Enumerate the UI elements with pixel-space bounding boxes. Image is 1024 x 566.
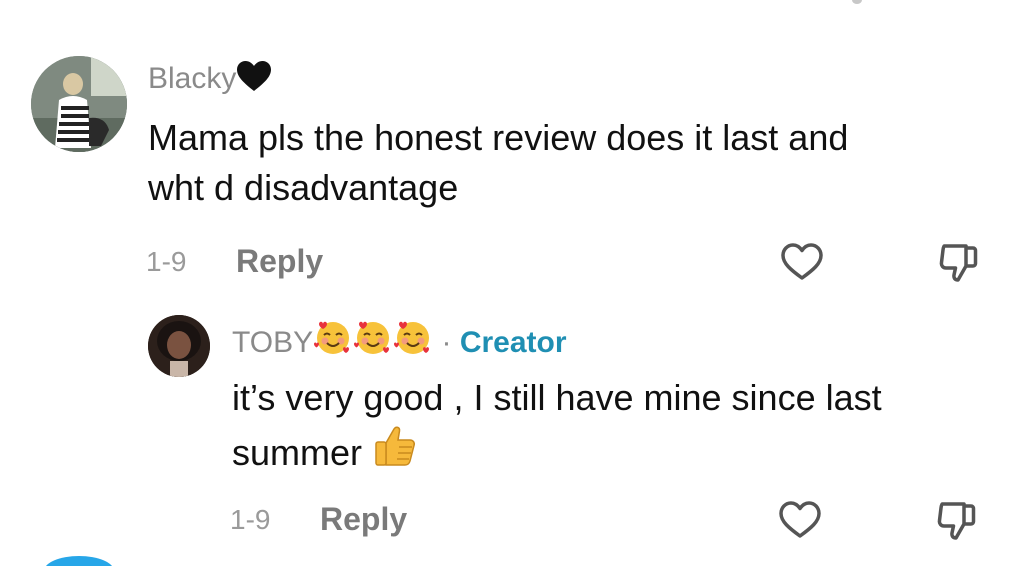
avatar-photo [31, 56, 127, 152]
comment-username[interactable]: Blacky [148, 60, 272, 101]
next-avatar-partial [44, 556, 114, 566]
dislike-icon[interactable] [932, 496, 980, 544]
reply-username[interactable]: TOBY · Creator [232, 318, 567, 365]
dislike-icon[interactable] [934, 238, 982, 286]
comment-text-line: Mama pls the honest review does it last … [148, 117, 849, 158]
like-heart-icon[interactable] [778, 238, 826, 286]
black-heart-icon [236, 60, 272, 101]
smiling-face-with-hearts-icon [353, 318, 393, 365]
smiling-face-with-hearts-icon [313, 318, 353, 365]
username-text: TOBY [232, 326, 314, 359]
avatar-photo [148, 315, 210, 377]
reply-button[interactable]: Reply [236, 243, 323, 279]
reply-text-fragment: summer [232, 432, 363, 473]
reply-text-line-2: summer [232, 423, 418, 482]
comment-text-line: wht d disadvantage [148, 167, 459, 208]
thumbs-up-icon [372, 423, 418, 482]
like-heart-icon[interactable] [776, 496, 824, 544]
reply-date: 1-9 [230, 504, 271, 535]
reply-text-line: it’s very good , I still have mine since… [232, 377, 882, 418]
comments-screen: Blacky Mama pls the honest review does i… [0, 0, 1024, 566]
avatar[interactable] [31, 56, 127, 152]
avatar[interactable] [148, 315, 210, 377]
top-edge-fragment [852, 0, 862, 4]
creator-badge: Creator [459, 326, 567, 359]
username-text: Blacky [148, 62, 237, 95]
reply-button[interactable]: Reply [320, 501, 407, 537]
comment-date: 1-9 [146, 246, 187, 277]
smiling-face-with-hearts-icon [393, 318, 433, 365]
badge-separator: · [441, 326, 452, 359]
